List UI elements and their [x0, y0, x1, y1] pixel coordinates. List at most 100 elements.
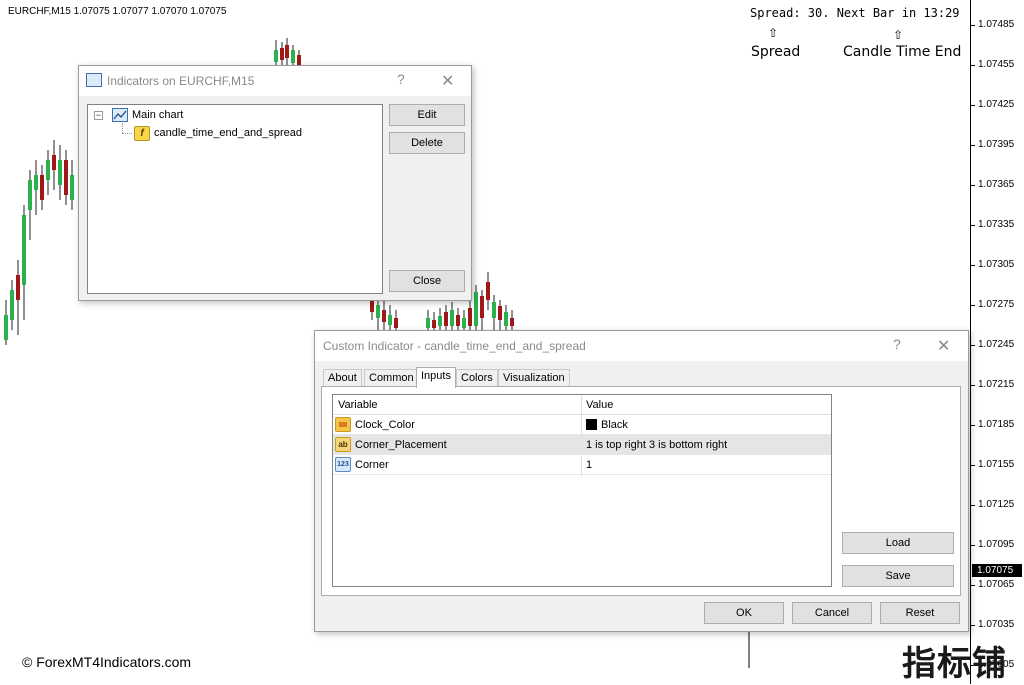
price-axis[interactable]: 1.07485 1.07455 1.07425 1.07395 1.07365 1.073…: [970, 0, 1024, 684]
price-tick: 1.07215: [971, 379, 1024, 393]
price-tick-label: 1.07425: [978, 99, 1015, 110]
indicators-dialog-title: Indicators on EURCHF,M15: [107, 74, 255, 88]
inputs-table[interactable]: Variable Value Clock_Color Black ab Corn…: [332, 394, 832, 587]
column-header-value: Value: [586, 399, 614, 411]
help-icon[interactable]: ?: [893, 336, 901, 352]
candle-body: [456, 315, 460, 326]
price-tick-label: 1.07125: [978, 499, 1015, 510]
candle-body: [438, 316, 442, 326]
price-tick: 1.07455: [971, 59, 1024, 73]
candle-body: [4, 315, 8, 340]
candle-body: [22, 215, 26, 285]
variable-cell: Clock_Color: [355, 419, 415, 431]
indicators-dialog: Indicators on EURCHF,M15 ? ✕ − Main char…: [78, 65, 472, 301]
string-variable-icon: ab: [335, 437, 351, 452]
reset-button[interactable]: Reset: [880, 602, 960, 624]
delete-button[interactable]: Delete: [389, 132, 465, 154]
candle-body: [370, 300, 374, 312]
price-tick-label: 1.07485: [978, 19, 1015, 30]
candle-body: [504, 312, 508, 326]
edit-button[interactable]: Edit: [389, 104, 465, 126]
candle-body: [480, 296, 484, 318]
price-tick: 1.07035: [971, 619, 1024, 633]
integer-variable-icon: 123: [335, 457, 351, 472]
candle-body: [468, 308, 472, 326]
candle-body: [492, 302, 496, 318]
tab-colors[interactable]: Colors: [456, 369, 498, 387]
candle-body: [34, 175, 38, 190]
ok-button[interactable]: OK: [704, 602, 784, 624]
price-tick-label: 1.07095: [978, 539, 1015, 550]
candle-body: [291, 50, 295, 63]
copyright-text: © ForexMT4Indicators.com: [22, 654, 192, 670]
variable-cell: Corner_Placement: [355, 439, 447, 451]
value-cell[interactable]: 1: [586, 459, 592, 471]
price-tick: 1.07365: [971, 179, 1024, 193]
value-cell[interactable]: Black: [601, 419, 628, 431]
price-tick-label: 1.07155: [978, 459, 1015, 470]
price-tick: 1.07095: [971, 539, 1024, 553]
price-tick-label: 1.07395: [978, 139, 1015, 150]
indicator-tree[interactable]: − Main chart f candle_time_end_and_spread: [87, 104, 383, 294]
close-button[interactable]: Close: [389, 270, 465, 292]
candle-body: [474, 292, 478, 326]
tree-item-main-chart[interactable]: Main chart: [112, 107, 183, 123]
price-tick-label: 1.07305: [978, 259, 1015, 270]
candle-body: [52, 155, 56, 170]
custom-dialog-titlebar[interactable]: Custom Indicator - candle_time_end_and_s…: [315, 331, 968, 361]
price-tick-label: 1.07035: [978, 619, 1015, 630]
price-tick-label: 1.07245: [978, 339, 1015, 350]
table-row[interactable]: 123 Corner 1: [333, 455, 831, 475]
tab-common[interactable]: Common: [364, 369, 419, 387]
price-tick-label: 1.07185: [978, 419, 1015, 430]
candle-body: [10, 290, 14, 320]
candle-body: [285, 45, 289, 58]
tab-inputs[interactable]: Inputs: [416, 367, 456, 388]
price-tick-label: 1.07215: [978, 379, 1015, 390]
custom-dialog-title: Custom Indicator - candle_time_end_and_s…: [323, 339, 586, 353]
save-button[interactable]: Save: [842, 565, 954, 587]
tree-expander-icon[interactable]: −: [94, 111, 103, 120]
indicators-dialog-titlebar[interactable]: Indicators on EURCHF,M15 ? ✕: [79, 66, 471, 96]
table-row[interactable]: Clock_Color Black: [333, 415, 831, 435]
price-tick: 1.07245: [971, 339, 1024, 353]
candle-body: [280, 48, 284, 60]
spread-timer-readout: Spread: 30. Next Bar in 13:29: [750, 6, 960, 20]
tree-item-indicator[interactable]: f candle_time_end_and_spread: [134, 125, 302, 141]
load-button[interactable]: Load: [842, 532, 954, 554]
mt4-window-icon: [86, 73, 102, 87]
price-tick: 1.07485: [971, 19, 1024, 33]
watermark-logo: 指标铺: [902, 644, 1007, 684]
price-tick: 1.07305: [971, 259, 1024, 273]
candle-body: [462, 318, 466, 328]
chart-icon: [112, 108, 128, 123]
cancel-button[interactable]: Cancel: [792, 602, 872, 624]
close-icon[interactable]: ✕: [937, 336, 950, 356]
close-icon[interactable]: ✕: [441, 71, 454, 91]
candle-body: [486, 282, 490, 300]
price-tick: 1.07125: [971, 499, 1024, 513]
tab-visualization[interactable]: Visualization: [498, 369, 570, 387]
candle-body: [46, 160, 50, 180]
candle-body: [432, 320, 436, 328]
symbol-info: EURCHF,M15 1.07075 1.07077 1.07070 1.070…: [8, 6, 227, 17]
variable-cell: Corner: [355, 459, 389, 471]
help-icon[interactable]: ?: [397, 71, 405, 87]
tab-about[interactable]: About: [323, 369, 362, 387]
tree-item-label: candle_time_end_and_spread: [154, 127, 303, 139]
candle-body: [444, 312, 448, 326]
price-tick: 1.07395: [971, 139, 1024, 153]
candle-body: [382, 310, 386, 322]
value-cell[interactable]: 1 is top right 3 is bottom right: [586, 439, 727, 451]
table-row[interactable]: ab Corner_Placement 1 is top right 3 is …: [333, 435, 831, 455]
price-tick: 1.07065: [971, 579, 1024, 593]
current-price-label: 1.07075: [972, 564, 1022, 577]
candle-body: [450, 310, 454, 326]
price-tick: 1.07155: [971, 459, 1024, 473]
candle-body: [64, 160, 68, 195]
custom-indicator-icon: f: [134, 125, 150, 141]
candle-body: [510, 318, 514, 326]
color-swatch[interactable]: [586, 419, 597, 430]
price-tick: 1.07425: [971, 99, 1024, 113]
table-header: Variable Value: [333, 395, 831, 415]
